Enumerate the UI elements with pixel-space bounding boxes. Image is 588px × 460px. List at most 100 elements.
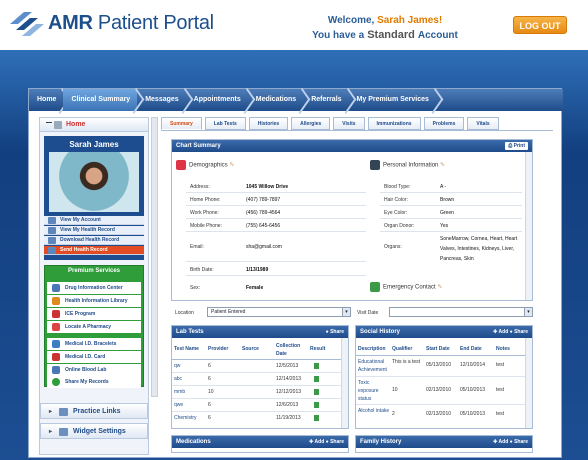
col-notes[interactable]: Notes <box>496 346 510 352</box>
blood-lab-link[interactable]: Online Blood Lab <box>47 364 141 376</box>
visit-date-select[interactable]: ▾ <box>389 307 533 317</box>
lab-row-name[interactable]: qw <box>174 363 180 369</box>
locate-pharmacy-link[interactable]: Locate A Pharmacy <box>47 321 141 333</box>
profile-name: Sarah James <box>69 140 119 149</box>
premium-services: Premium Services Drug Information Center… <box>44 265 144 388</box>
tab-problems[interactable]: Problems <box>423 117 465 130</box>
history-row-description[interactable]: Toxic exposure status <box>358 379 390 403</box>
organs-label: Organs: <box>384 244 402 250</box>
share-records-link[interactable]: Share My Records <box>47 376 141 388</box>
add-share-buttons[interactable]: ✚ Add ● Share <box>493 326 528 338</box>
download-health-record-link[interactable]: Download Health Record <box>44 236 144 245</box>
divider <box>356 376 526 377</box>
view-account-link[interactable]: View My Account <box>44 216 144 225</box>
health-library-link[interactable]: Health Information Library <box>47 295 141 307</box>
nav-premium-services[interactable]: My Premium Services <box>349 89 436 111</box>
tab-histories[interactable]: Histories <box>248 117 289 130</box>
lab-row-name[interactable]: Chemistry <box>174 415 197 421</box>
result-flag-icon[interactable] <box>314 363 319 369</box>
send-health-record-link[interactable]: Send Health Record <box>44 246 144 255</box>
history-row-description[interactable]: Educational Achievement <box>358 358 390 374</box>
print-button[interactable]: ⎙ Print <box>505 142 528 150</box>
history-row-start: 02/13/2010 <box>426 387 452 393</box>
practice-links-bar[interactable]: ▸ Practice Links <box>40 403 148 419</box>
record-icon <box>48 227 56 234</box>
sidebar-scrollbar[interactable] <box>151 117 158 397</box>
tab-allergies[interactable]: Allergies <box>291 117 331 130</box>
add-share-buttons[interactable]: ✚ Add ● Share <box>309 436 344 448</box>
lab-row-date: 12/5/2013 <box>276 363 299 369</box>
divider <box>380 205 522 206</box>
history-row-description[interactable]: Alcohol intake <box>358 407 390 415</box>
nav-referrals[interactable]: Referrals <box>303 89 348 111</box>
sex-label: Sex: <box>190 285 201 291</box>
sidebar-home[interactable]: Home <box>40 118 148 132</box>
medications-panel: Medications ✚ Add ● Share <box>171 435 349 453</box>
lab-row-name[interactable]: qwe <box>174 402 183 408</box>
tab-lab-tests[interactable]: Lab Tests <box>204 117 246 130</box>
hair-color-value: Brown <box>440 197 455 203</box>
tab-visits[interactable]: Visits <box>333 117 365 130</box>
view-health-record-link[interactable]: View My Health Record <box>44 226 144 235</box>
lab-row-date: 12/14/2013 <box>276 376 302 382</box>
collapse-icon[interactable] <box>46 122 52 123</box>
result-flag-icon[interactable] <box>314 402 319 408</box>
col-collection-date[interactable]: Collection Date <box>276 342 302 358</box>
history-row-end: 12/10/2014 <box>460 362 486 368</box>
col-end-date[interactable]: End Date <box>460 346 482 352</box>
col-test-name[interactable]: Test Name <box>174 346 199 352</box>
divider <box>356 355 526 356</box>
nav-messages[interactable]: Messages <box>137 89 185 111</box>
drug-info-link[interactable]: Drug Information Center <box>47 282 141 294</box>
share-button[interactable]: ● Share <box>326 326 344 338</box>
medical-bracelets-link[interactable]: Medical I.D. Bracelets <box>47 338 141 350</box>
mobile-phone-label: Mobile Phone: <box>190 223 222 229</box>
lab-row-provider: 6 <box>208 376 211 382</box>
tab-vitals[interactable]: Vitals <box>467 117 499 130</box>
divider <box>356 404 526 405</box>
organ-donor-value: Yes <box>440 223 449 229</box>
birth-date-label: Birth Date: <box>190 267 214 273</box>
col-result[interactable]: Result <box>310 346 325 352</box>
lab-row-date: 12/6/2013 <box>276 402 299 408</box>
medical-card-link[interactable]: Medical I.D. Card <box>47 351 141 363</box>
demographics-section: Demographics ✎ <box>176 160 234 170</box>
location-select[interactable]: Patient Entered ▾ <box>207 307 351 317</box>
nav-home[interactable]: Home <box>29 89 63 111</box>
location-label: Location <box>175 310 194 316</box>
chart-summary-scrollbar[interactable] <box>525 152 532 300</box>
col-description[interactable]: Description <box>358 346 386 352</box>
tab-summary[interactable]: Summary <box>161 117 202 130</box>
result-flag-icon[interactable] <box>314 415 319 421</box>
eye-color-value: Green <box>440 210 454 216</box>
send-icon <box>48 247 56 254</box>
result-flag-icon[interactable] <box>314 389 319 395</box>
nav-clinical-summary[interactable]: Clinical Summary <box>63 89 138 111</box>
pill-icon <box>52 284 60 292</box>
welcome-message: Welcome, Sarah James! You have a Standard… <box>312 15 458 41</box>
social-history-scrollbar[interactable] <box>525 338 532 428</box>
hair-color-label: Hair Color: <box>384 197 408 203</box>
divider <box>186 275 366 276</box>
divider <box>186 192 366 193</box>
history-row-notes: test <box>496 362 505 368</box>
col-source[interactable]: Source <box>242 346 259 352</box>
add-share-buttons[interactable]: ✚ Add ● Share <box>493 436 528 448</box>
lab-row-name[interactable]: abc <box>174 376 182 382</box>
history-row-notes: test <box>496 411 505 417</box>
lab-row-name[interactable]: mmb <box>174 389 185 395</box>
nav-medications[interactable]: Medications <box>248 89 303 111</box>
lab-tests-scrollbar[interactable] <box>341 338 348 428</box>
col-qualifier[interactable]: Qualifier <box>392 346 412 352</box>
ice-program-link[interactable]: ICE Program <box>47 308 141 320</box>
result-flag-icon[interactable] <box>314 376 319 382</box>
nav-appointments[interactable]: Appointments <box>186 89 248 111</box>
widget-settings-bar[interactable]: ▸ Widget Settings <box>40 423 148 439</box>
premium-title: Premium Services <box>67 268 121 274</box>
chart-summary-panel: Chart Summary ⎙ Print Demographics ✎ Pers… <box>171 139 533 301</box>
tab-immunizations[interactable]: Immunizations <box>367 117 421 130</box>
user-name: Sarah James! <box>377 15 443 26</box>
col-provider[interactable]: Provider <box>208 346 228 352</box>
logout-button[interactable]: LOG OUT <box>513 16 567 34</box>
col-start-date[interactable]: Start Date <box>426 346 450 352</box>
